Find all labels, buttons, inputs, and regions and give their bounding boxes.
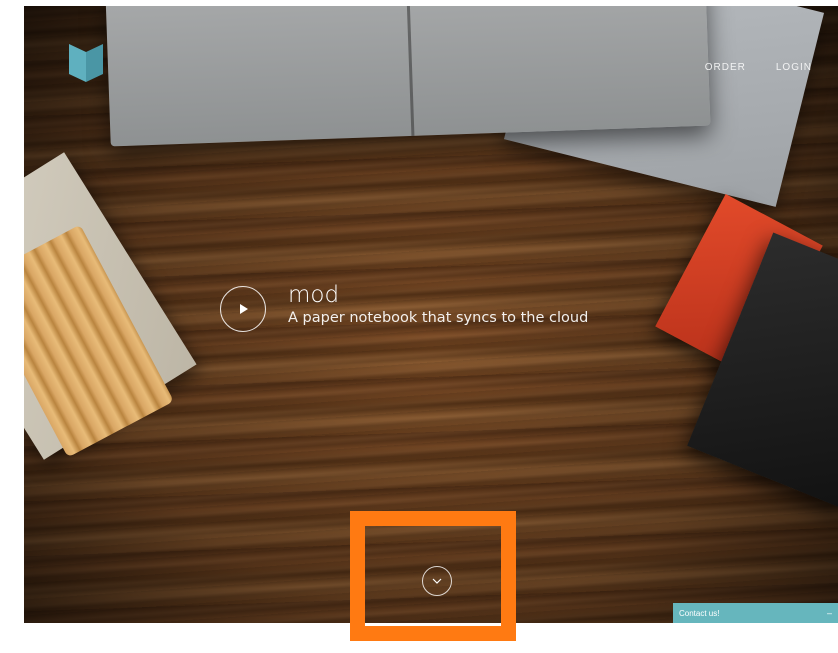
scroll-down-button[interactable] bbox=[422, 566, 452, 596]
contact-us-label: Contact us! bbox=[679, 608, 720, 618]
hero-title: mod bbox=[288, 282, 340, 308]
hero-subtitle: A paper notebook that syncs to the cloud bbox=[288, 310, 589, 326]
bookmark-logo-icon[interactable] bbox=[69, 44, 103, 82]
play-video-button[interactable] bbox=[220, 286, 266, 332]
chevron-down-icon bbox=[432, 578, 442, 584]
top-nav: ORDER LOGIN bbox=[705, 62, 812, 73]
contact-minimize-icon[interactable]: – bbox=[827, 608, 832, 618]
nav-login-link[interactable]: LOGIN bbox=[776, 62, 812, 73]
play-icon bbox=[240, 304, 248, 314]
hero-section: ORDER LOGIN mod A paper notebook that sy… bbox=[24, 6, 838, 623]
hero-text: mod A paper notebook that syncs to the c… bbox=[288, 282, 588, 328]
hero-block: mod A paper notebook that syncs to the c… bbox=[220, 282, 588, 332]
nav-order-link[interactable]: ORDER bbox=[705, 62, 746, 73]
contact-us-tab[interactable]: Contact us! – bbox=[673, 603, 838, 623]
